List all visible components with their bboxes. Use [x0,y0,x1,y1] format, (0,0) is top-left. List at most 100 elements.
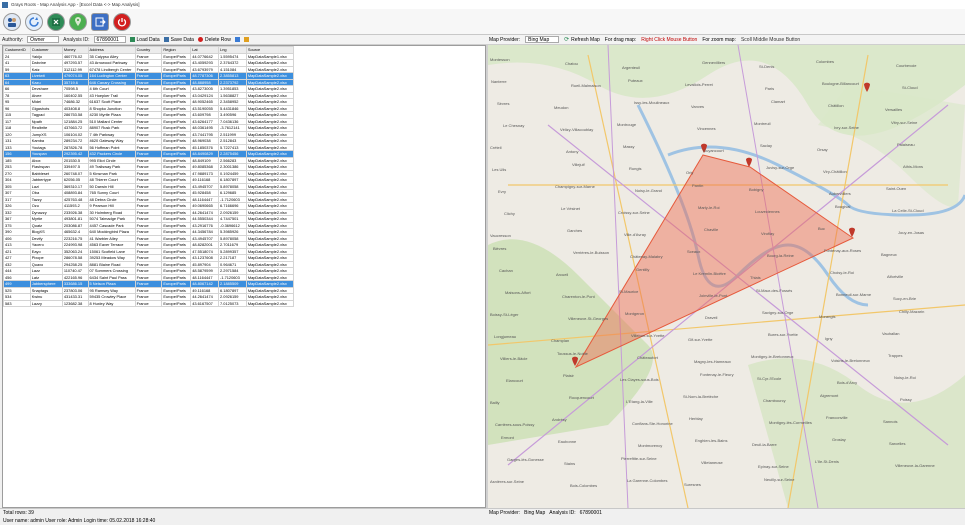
table-cell[interactable]: MapDataSample2.xlsx [245,117,295,125]
table-cell[interactable]: MapDataSample2.xlsx [245,221,295,229]
table-cell[interactable]: MapDataSample2.xlsx [245,124,295,132]
table-cell[interactable]: MapDataSample2.xlsx [245,111,295,119]
table-cell[interactable]: MapDataSample2.xlsx [245,65,295,73]
map-place-label: Antony [566,149,579,154]
exit-button[interactable] [91,12,109,31]
map-place-label: Marly-le-Roi [698,205,720,210]
table-cell[interactable]: MapDataSample2.xlsx [245,78,295,86]
map-place-label: Montgeron [625,311,645,316]
load-data-button[interactable]: Load Data [129,37,160,43]
table-cell[interactable]: MapDataSample2.xlsx [245,59,295,67]
map-place-label: Juvisy-sur-Orge [766,165,795,170]
refresh-map-button[interactable]: ⟳ Refresh Map [564,36,600,44]
users-button[interactable] [3,12,21,31]
table-cell[interactable]: MapDataSample2.xlsx [245,234,295,242]
data-grid[interactable]: CustomerID Customer Money Address Country Reg… [2,45,486,508]
table-cell[interactable]: MapDataSample2.xlsx [245,182,295,190]
drag-map-hint: Right Click Mouse Button [641,36,698,43]
table-cell[interactable]: MapDataSample2.xlsx [245,169,295,177]
map-provider-select[interactable]: Bing Map [525,36,560,43]
map-place-label: Noisy-le-Roi [894,375,916,380]
table-cell[interactable]: MapDataSample2.xlsx [245,280,295,288]
save-data-button[interactable]: Save Data [163,37,194,43]
table-cell[interactable]: MapDataSample2.xlsx [245,299,295,307]
delete-row-button[interactable]: Delete Row [197,37,231,43]
table-cell[interactable]: 43.6167507 [190,299,220,307]
table-row[interactable]: 66 Devshare 70598.5 4 6th Court France Europe… [3,85,295,93]
table-cell[interactable]: MapDataSample2.xlsx [245,163,295,171]
table-cell[interactable]: MapDataSample2.xlsx [245,156,295,164]
table-cell[interactable]: Europe/Paris [161,299,192,307]
table-row[interactable]: 253 Flashspan 339497.5 49 Trailsway Park Fra… [3,163,295,171]
table-row[interactable]: 270 Babbleset 260748.07 5 Kinsman Park Franc… [3,169,295,177]
table-cell[interactable]: 123682.38 [61,299,89,307]
table-cell[interactable]: Lazzy [29,299,63,307]
table-row[interactable]: 525 Snaptags 237803.06 95 Ramsey Way France E… [3,286,295,294]
table-cell[interactable]: MapDataSample2.xlsx [245,195,295,203]
table-cell[interactable]: MapDataSample2.xlsx [245,228,295,236]
table-cell[interactable]: MapDataSample2.xlsx [245,286,295,294]
ribbon [0,9,965,35]
table-cell[interactable]: 583 [3,299,31,307]
map-place-label: Chatou [565,61,578,66]
table-cell[interactable]: 67478 Lindbergh Center [87,65,136,73]
table-row[interactable]: 304 Jabbertype 62056.05 48 Thierer Court Fra… [3,176,295,184]
table-cell[interactable]: MapDataSample2.xlsx [245,267,295,275]
table-cell[interactable]: MapDataSample2.xlsx [245,137,295,145]
pin-icon[interactable] [243,37,249,42]
table-cell[interactable]: MapDataSample2.xlsx [245,189,295,197]
map-place-label: Verrières-le-Buisson [573,250,610,255]
table-row[interactable]: 118 Realbrite 437663.72 88907 Rusk Park Fran… [3,124,295,132]
table-cell[interactable]: France [134,299,163,307]
table-cell[interactable]: MapDataSample2.xlsx [245,150,295,158]
map-place-label: Issy-les-Moulineaux [634,100,670,105]
table-cell[interactable]: MapDataSample2.xlsx [245,91,295,99]
map-place-label: Aigremont [820,393,839,398]
table-cell[interactable]: 7.0125073 [218,299,247,307]
table-row[interactable]: 583 Lazzy 123682.38 8 Huxley Way France Europ… [3,299,295,307]
refresh-button[interactable] [25,12,43,31]
map-place-label: Chambourcy [763,398,786,403]
power-button[interactable] [113,12,131,31]
table-cell[interactable]: MapDataSample2.xlsx [245,85,295,93]
analysis-id-select[interactable]: 67890001 [93,36,126,43]
table-cell[interactable]: MapDataSample2.xlsx [245,72,295,80]
exit-icon [95,17,106,26]
map-place-label: Nanterre [491,79,507,84]
filter-icon[interactable] [234,37,240,42]
map-view[interactable]: Montesson Chatou Argenteuil Gennevilliers St… [488,45,965,508]
authority-value: Owner [30,36,45,43]
table-cell[interactable]: MapDataSample2.xlsx [245,215,295,223]
map-place-label: Rocquencourt [569,395,594,400]
table-cell[interactable]: MapDataSample2.xlsx [245,202,295,210]
table-cell[interactable]: MapDataSample2.xlsx [245,98,295,106]
excel-button[interactable] [47,12,65,31]
table-cell[interactable]: MapDataSample2.xlsx [245,254,295,262]
table-cell[interactable]: MapDataSample2.xlsx [245,273,295,281]
map-place-label: Aubervilliers [829,191,851,196]
authority-select[interactable]: Owner [27,36,60,43]
map-place-label: Athis-Mons [903,164,924,169]
table-cell[interactable]: MapDataSample2.xlsx [245,143,295,151]
table-cell[interactable]: MapDataSample2.xlsx [245,208,295,216]
grid-toolbar: Authority: Owner Analysis ID: 67890001 L… [0,35,486,45]
table-cell[interactable]: MapDataSample2.xlsx [245,130,295,138]
table-cell[interactable]: 640 Mockingbird Plaza [87,228,136,236]
map-place-label: Clichy [504,211,515,216]
table-row[interactable]: 499 Jabbersphere 333686.15 5 Nelson Plaza Fr… [3,280,295,288]
table-cell[interactable]: MapDataSample1.xlsx [245,52,295,60]
table-cell[interactable]: MapDataSample2.xlsx [245,104,295,112]
table-cell[interactable]: MapDataSample2.xlsx [245,260,295,268]
table-cell[interactable]: MapDataSample2.xlsx [245,293,295,301]
map-place-label: Le Vésinet [561,206,580,211]
table-cell[interactable]: MapDataSample2.xlsx [245,247,295,255]
status-map-provider-label: Map Provider: [489,509,521,516]
table-cell[interactable]: 8 Huxley Way [87,299,136,307]
map-place-label: Meudon [554,105,569,110]
map-button[interactable] [69,12,87,31]
table-cell[interactable]: MapDataSample2.xlsx [245,241,295,249]
table-cell[interactable]: MapDataSample2.xlsx [245,176,295,184]
map-place-label: Clamart [771,99,786,104]
map-place-label: Deuil-la-Barre [752,442,777,447]
table-row[interactable]: 96 Gigashots 403408.8 8 Shopko Junction Fran… [3,104,295,112]
